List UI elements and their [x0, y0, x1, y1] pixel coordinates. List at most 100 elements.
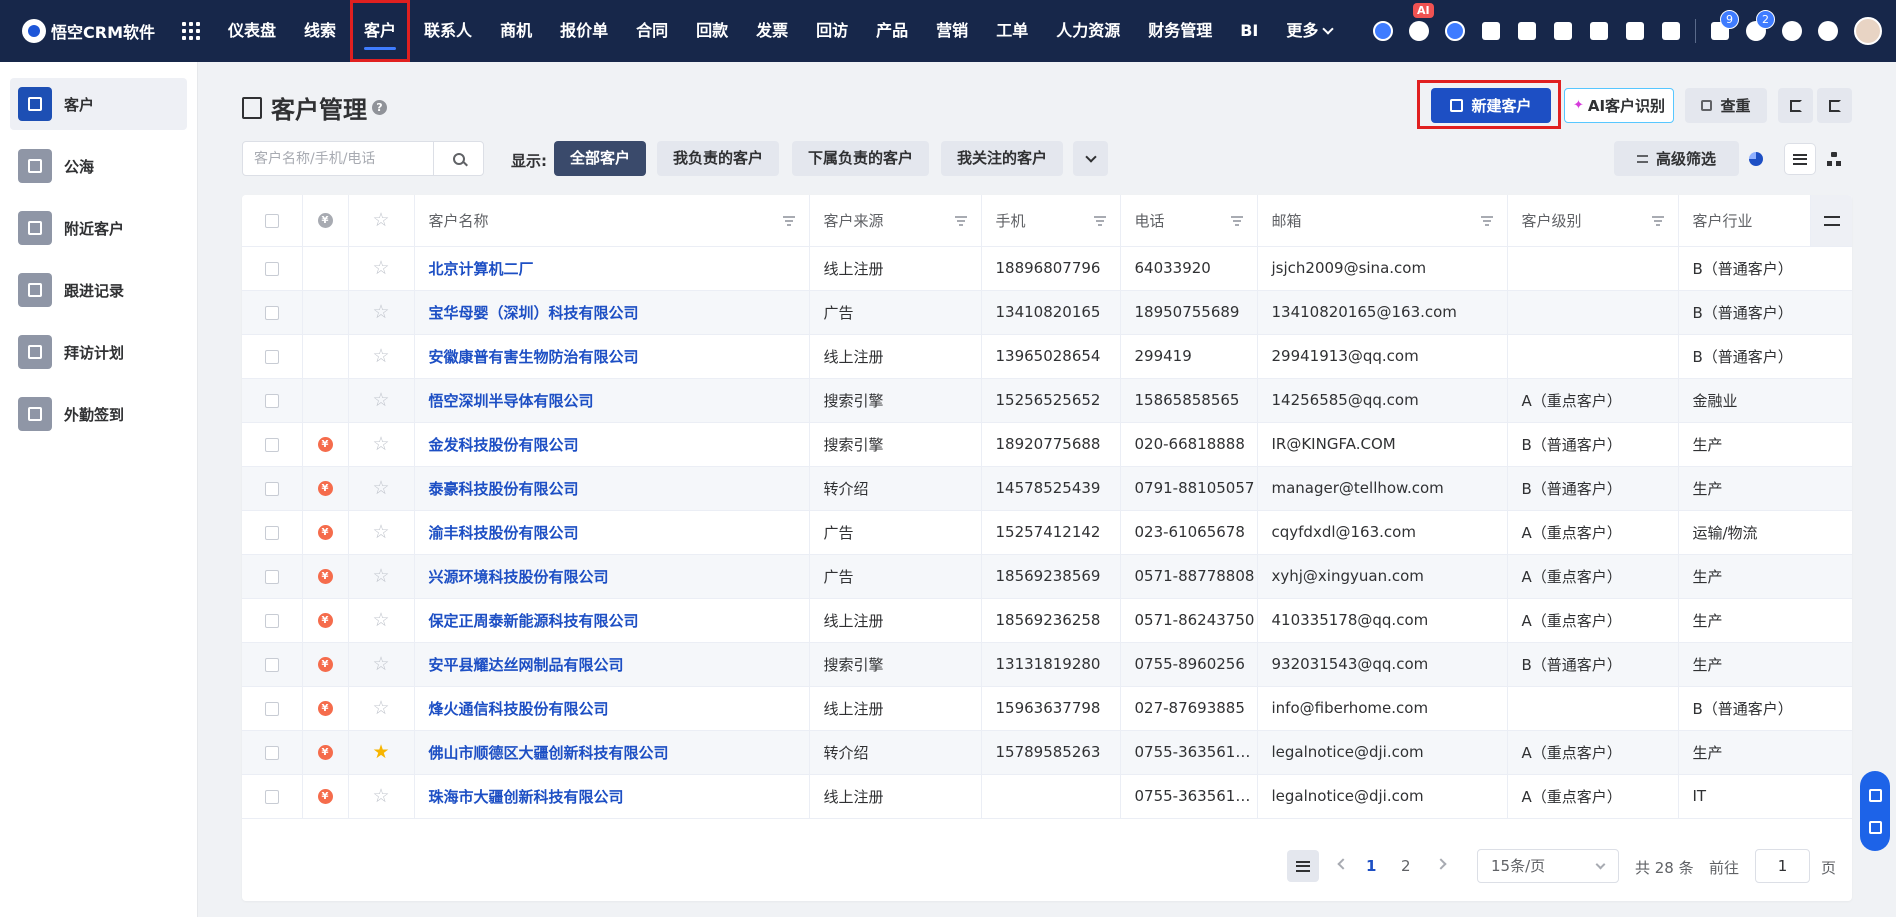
nav-item-hr[interactable]: 人力资源: [1042, 0, 1134, 62]
nav-item-quotes[interactable]: 报价单: [546, 0, 622, 62]
customer-name[interactable]: 保定正周泰新能源科技有限公司: [414, 598, 810, 643]
new-customer-button[interactable]: 新建客户: [1431, 88, 1551, 123]
apps-grid-icon[interactable]: [182, 22, 200, 40]
filter-subordinate-customers[interactable]: 下属负责的客户: [792, 141, 930, 176]
customer-name[interactable]: 佛山市顺德区大疆创新科技有限公司: [414, 730, 810, 775]
nav-item-work-orders[interactable]: 工单: [982, 0, 1042, 62]
star-icon[interactable]: ☆: [372, 346, 389, 366]
table-row[interactable]: ☆ 宝华母婴（深圳）科技有限公司 广告 13410820165 18950755689 1…: [242, 290, 1852, 335]
sidebar-item-nearby[interactable]: 附近客户: [10, 202, 187, 254]
goto-page-input[interactable]: 1: [1755, 849, 1810, 883]
help-icon[interactable]: ?: [372, 100, 387, 115]
customer-name[interactable]: 兴源环境科技股份有限公司: [414, 554, 810, 599]
star-icon[interactable]: ☆: [372, 522, 389, 542]
bell-icon[interactable]: 2: [1738, 0, 1775, 62]
advanced-filter-button[interactable]: 高级筛选: [1614, 141, 1739, 176]
nav-item-invoices[interactable]: 发票: [742, 0, 802, 62]
star-icon[interactable]: ☆: [372, 302, 389, 322]
page-size-select[interactable]: 15条/页: [1477, 849, 1619, 883]
logo[interactable]: 悟空CRM软件: [22, 19, 182, 43]
star-icon[interactable]: ☆: [372, 610, 389, 630]
user-icon[interactable]: [1545, 0, 1581, 62]
row-checkbox[interactable]: [264, 525, 279, 540]
table-row[interactable]: ¥ ★ 佛山市顺德区大疆创新科技有限公司 转介绍 15789585263 0755-363…: [242, 730, 1852, 775]
row-checkbox[interactable]: [264, 745, 279, 760]
sidebar-item-checkin[interactable]: 外勤签到: [10, 388, 187, 440]
nav-item-finance[interactable]: 财务管理: [1134, 0, 1226, 62]
table-row[interactable]: ☆ 北京计算机二厂 线上注册 18896807796 64033920 jsjch2009…: [242, 246, 1852, 291]
nav-item-dashboard[interactable]: 仪表盘: [214, 0, 290, 62]
search-button[interactable]: [433, 142, 483, 175]
add-icon[interactable]: [1365, 0, 1401, 62]
filter-my-customers[interactable]: 我负责的客户: [657, 141, 780, 176]
nav-item-opportunities[interactable]: 商机: [486, 0, 546, 62]
customer-name[interactable]: 悟空深圳半导体有限公司: [414, 378, 810, 423]
nav-item-contacts[interactable]: 联系人: [410, 0, 486, 62]
settings-icon[interactable]: [1810, 0, 1846, 62]
customer-name[interactable]: 渝丰科技股份有限公司: [414, 510, 810, 555]
customer-name[interactable]: 烽火通信科技股份有限公司: [414, 686, 810, 731]
table-row[interactable]: ☆ 悟空深圳半导体有限公司 搜索引擎 15256525652 15865858565 14…: [242, 378, 1852, 423]
page-number-2[interactable]: 2: [1401, 857, 1411, 875]
tree-view-button[interactable]: [1819, 144, 1849, 174]
table-row[interactable]: ¥ ☆ 泰豪科技股份有限公司 转介绍 14578525439 0791-88105057 m…: [242, 466, 1852, 511]
select-all-checkbox[interactable]: [264, 213, 279, 228]
column-header-level[interactable]: 客户级别: [1507, 195, 1679, 247]
star-icon[interactable]: ☆: [372, 390, 389, 410]
table-row[interactable]: ¥ ☆ 兴源环境科技股份有限公司 广告 18569238569 0571-88778808…: [242, 554, 1852, 599]
column-filter-icon[interactable]: [954, 216, 967, 226]
table-row[interactable]: ¥ ☆ 烽火通信科技股份有限公司 线上注册 15963637798 027-8769388…: [242, 686, 1852, 731]
star-icon[interactable]: ☆: [372, 654, 389, 674]
customer-name[interactable]: 安徽康普有害生物防治有限公司: [414, 334, 810, 379]
customer-name[interactable]: 金发科技股份有限公司: [414, 422, 810, 467]
customer-name[interactable]: 宝华母婴（深圳）科技有限公司: [414, 290, 810, 335]
filter-all-customers[interactable]: 全部客户: [554, 141, 647, 176]
column-header-email[interactable]: 邮箱: [1257, 195, 1508, 247]
import-button[interactable]: [1778, 88, 1813, 123]
sidebar-item-customers[interactable]: 客户: [10, 78, 187, 130]
notes-icon[interactable]: [1473, 0, 1509, 62]
nav-item-marketing[interactable]: 营销: [922, 0, 982, 62]
customer-name[interactable]: 安平县耀达丝网制品有限公司: [414, 642, 810, 687]
robot-icon[interactable]: [1868, 788, 1882, 802]
avatar[interactable]: [1854, 17, 1882, 45]
log-icon[interactable]: [1581, 0, 1617, 62]
star-icon[interactable]: ☆: [372, 698, 389, 718]
column-header-mobile[interactable]: 手机: [981, 195, 1121, 247]
row-checkbox[interactable]: [264, 261, 279, 276]
star-icon[interactable]: ☆: [372, 258, 389, 278]
pagination-list-toggle[interactable]: [1287, 850, 1319, 882]
row-checkbox[interactable]: [264, 613, 279, 628]
column-settings-button[interactable]: [1810, 195, 1852, 246]
sidebar-item-public-pool[interactable]: 公海: [10, 140, 187, 192]
nav-item-leads[interactable]: 线索: [290, 0, 350, 62]
star-icon[interactable]: ☆: [372, 478, 389, 498]
export-button[interactable]: [1817, 88, 1852, 123]
task-icon[interactable]: [1509, 0, 1545, 62]
message-icon[interactable]: 9: [1702, 0, 1739, 62]
help-icon[interactable]: [1774, 0, 1810, 62]
sidebar-item-follow-up[interactable]: 跟进记录: [10, 264, 187, 316]
chart-view-button[interactable]: [1741, 144, 1771, 174]
column-filter-icon[interactable]: [1480, 216, 1493, 226]
star-icon[interactable]: ☆: [372, 566, 389, 586]
list-view-button[interactable]: [1785, 144, 1815, 174]
table-row[interactable]: ¥ ☆ 金发科技股份有限公司 搜索引擎 18920775688 020-66818888 I…: [242, 422, 1852, 467]
ai-customer-recognition-button[interactable]: ✦ AI客户识别: [1564, 88, 1674, 123]
page-number-1[interactable]: 1: [1366, 857, 1376, 875]
column-filter-icon[interactable]: [782, 216, 795, 226]
ai-robot-icon[interactable]: AI: [1401, 0, 1437, 62]
nav-item-customers[interactable]: 客户: [350, 0, 411, 62]
row-checkbox[interactable]: [264, 305, 279, 320]
phone-icon[interactable]: [1617, 0, 1653, 62]
sidebar-item-visit-plan[interactable]: 拜访计划: [10, 326, 187, 378]
column-header-phone[interactable]: 电话: [1120, 195, 1258, 247]
row-checkbox[interactable]: [264, 393, 279, 408]
row-checkbox[interactable]: [264, 657, 279, 672]
nav-item-more[interactable]: 更多: [1272, 0, 1346, 62]
nav-item-payments[interactable]: 回款: [682, 0, 742, 62]
star-icon[interactable]: ☆: [372, 434, 389, 454]
customer-name[interactable]: 泰豪科技股份有限公司: [414, 466, 810, 511]
column-header-name[interactable]: 客户名称: [414, 195, 810, 247]
nav-item-bi[interactable]: BI: [1226, 0, 1272, 62]
